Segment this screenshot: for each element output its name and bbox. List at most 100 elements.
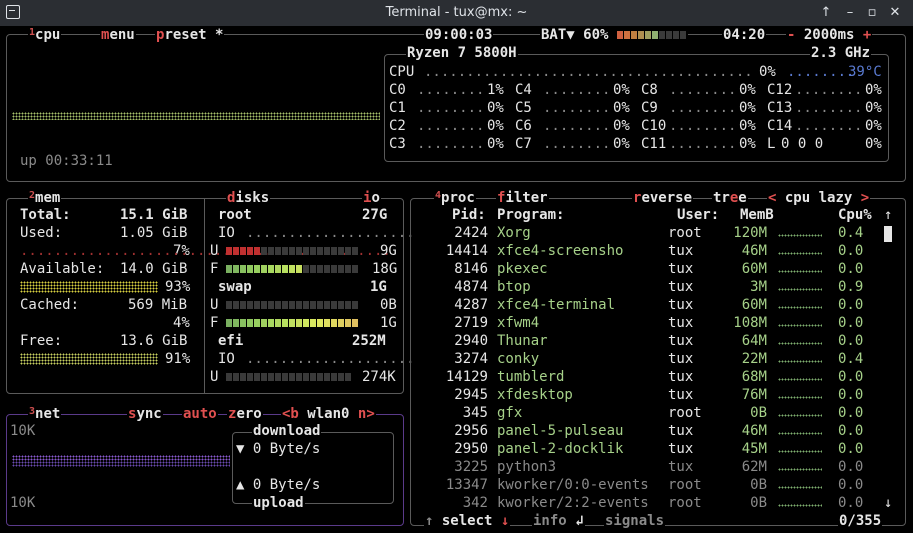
window-title: Terminal - tux@mx: ~ — [385, 5, 528, 20]
col-mem[interactable]: MemB — [740, 207, 774, 223]
net-scale-top: 10K — [10, 423, 36, 439]
proc-mem: 45M — [741, 441, 767, 457]
proc-cpu-graph — [778, 498, 822, 508]
proc-reverse-toggle[interactable]: reverse — [632, 190, 694, 206]
proc-mem: 0B — [750, 477, 767, 493]
proc-pid: 2940 — [454, 333, 488, 349]
cpu-core-graph: ........ — [669, 82, 737, 98]
cpu-core-pct: 1% — [487, 82, 504, 98]
cpu-core-graph: ........ — [543, 82, 611, 98]
scroll-down-icon[interactable]: ↓ — [884, 495, 892, 511]
proc-select-control[interactable]: ↑ select ↓ — [424, 513, 511, 529]
col-program[interactable]: Program: — [497, 207, 564, 223]
proc-pid: 2945 — [454, 387, 488, 403]
col-pid[interactable]: Pid: — [452, 207, 486, 223]
cpu-frequency: 2.3 GHz — [810, 45, 872, 61]
mem-used-label: Used: — [20, 225, 63, 241]
minimize-button[interactable]: – — [841, 4, 859, 22]
cpu-core-graph: ........ — [543, 118, 611, 134]
net-sync-toggle[interactable]: sync — [127, 406, 163, 422]
cpu-core-label: L — [767, 136, 776, 152]
proc-mem: 3M — [750, 279, 767, 295]
proc-info-button[interactable]: info ↲ — [532, 513, 585, 529]
disk-efi-io-label: IO — [218, 351, 235, 367]
proc-cpu: 0.0 — [838, 477, 864, 493]
proc-scrollbar-thumb[interactable] — [884, 226, 892, 242]
cpu-core-graph: ........ — [795, 100, 863, 116]
cpu-core-label: C2 — [389, 118, 406, 134]
cpu-core-graph: ........ — [417, 82, 485, 98]
proc-cpu: 0.0 — [838, 387, 864, 403]
proc-program: conky — [497, 351, 540, 367]
proc-pid: 14129 — [445, 369, 488, 385]
proc-pid: 14414 — [445, 243, 488, 259]
cpu-core-graph: ........ — [417, 136, 485, 152]
col-cpu[interactable]: Cpu% — [838, 207, 872, 223]
net-tab[interactable]: 3net — [28, 406, 62, 422]
proc-tab[interactable]: 4proc — [434, 190, 476, 206]
preset-button[interactable]: preset * — [155, 27, 225, 43]
proc-user: tux — [668, 333, 694, 349]
net-upload-graph — [12, 461, 230, 467]
mem-free: 13.6 GiB — [120, 333, 188, 349]
proc-pid: 4287 — [454, 297, 488, 313]
battery-time: 04:20 — [722, 27, 767, 43]
io-toggle[interactable]: io — [362, 190, 381, 206]
net-upload-rate: ▲ 0 Byte/s — [236, 477, 321, 493]
mem-available: 14.0 GiB — [120, 261, 188, 277]
proc-mem: 46M — [741, 423, 767, 439]
col-user[interactable]: User: — [677, 207, 719, 223]
proc-mem: 22M — [741, 351, 767, 367]
interval-control[interactable]: - 2000ms + — [786, 27, 873, 43]
cpu-tab[interactable]: 1cpu — [28, 27, 62, 43]
proc-user: tux — [668, 441, 694, 457]
disks-tab[interactable]: disks — [226, 190, 271, 206]
proc-tree-toggle[interactable]: tree — [712, 190, 748, 206]
cpu-core-graph: ........ — [669, 136, 737, 152]
window-titlebar: Terminal - tux@mx: ~ ↑ – ▫ ✕ — [0, 0, 913, 26]
proc-cpu-graph — [778, 318, 822, 328]
keep-above-button[interactable]: ↑ — [817, 4, 835, 22]
menu-button[interactable]: menu — [100, 27, 136, 43]
proc-program: Xorg — [497, 225, 531, 241]
proc-mem: 108M — [733, 315, 767, 331]
disk-root-name: root — [218, 207, 252, 223]
proc-cpu: 0.0 — [838, 297, 864, 313]
net-zero-toggle[interactable]: zero — [227, 406, 263, 422]
maximize-button[interactable]: ▫ — [863, 4, 881, 22]
proc-program: xfdesktop — [497, 387, 573, 403]
proc-cpu-graph — [778, 390, 822, 400]
proc-mem: 64M — [741, 333, 767, 349]
close-button[interactable]: ✕ — [886, 4, 904, 22]
proc-pid: 2950 — [454, 441, 488, 457]
net-interface-selector[interactable]: <b wlan0 n> — [281, 406, 376, 422]
proc-cpu: 0.4 — [838, 351, 864, 367]
mem-cached: 569 MiB — [128, 297, 188, 313]
proc-user: root — [668, 405, 702, 421]
proc-cpu: 0.0 — [838, 333, 864, 349]
proc-user: tux — [668, 297, 694, 313]
proc-filter[interactable]: filter — [496, 190, 549, 206]
mem-available-label: Available: — [20, 261, 105, 277]
mem-tab[interactable]: 2mem — [28, 190, 62, 206]
mem-cached-pct: 4% — [173, 315, 190, 331]
mem-free-graph — [20, 353, 158, 365]
cpu-core-label: C3 — [389, 136, 406, 152]
cpu-core-graph: ........ — [417, 118, 485, 134]
proc-cpu-graph — [778, 264, 822, 274]
disk-root-free-meter — [226, 261, 359, 277]
cpu-core-label: C13 — [767, 100, 793, 116]
proc-mem: 76M — [741, 387, 767, 403]
cpu-core-label: C1 — [389, 100, 406, 116]
cpu-core-label: C12 — [767, 82, 793, 98]
proc-signals-button[interactable]: signals — [604, 513, 666, 529]
proc-sort-selector[interactable]: < cpu lazy > — [767, 190, 871, 206]
proc-user: tux — [668, 243, 694, 259]
scroll-up-icon[interactable]: ↑ — [884, 207, 892, 223]
proc-cpu-graph — [778, 462, 822, 472]
proc-cpu: 0.0 — [838, 243, 864, 259]
proc-cpu-graph — [778, 246, 822, 256]
cpu-core-graph: ........ — [417, 100, 485, 116]
net-auto-toggle[interactable]: auto — [182, 406, 218, 422]
cpu-core-pct: 0% — [865, 100, 882, 116]
